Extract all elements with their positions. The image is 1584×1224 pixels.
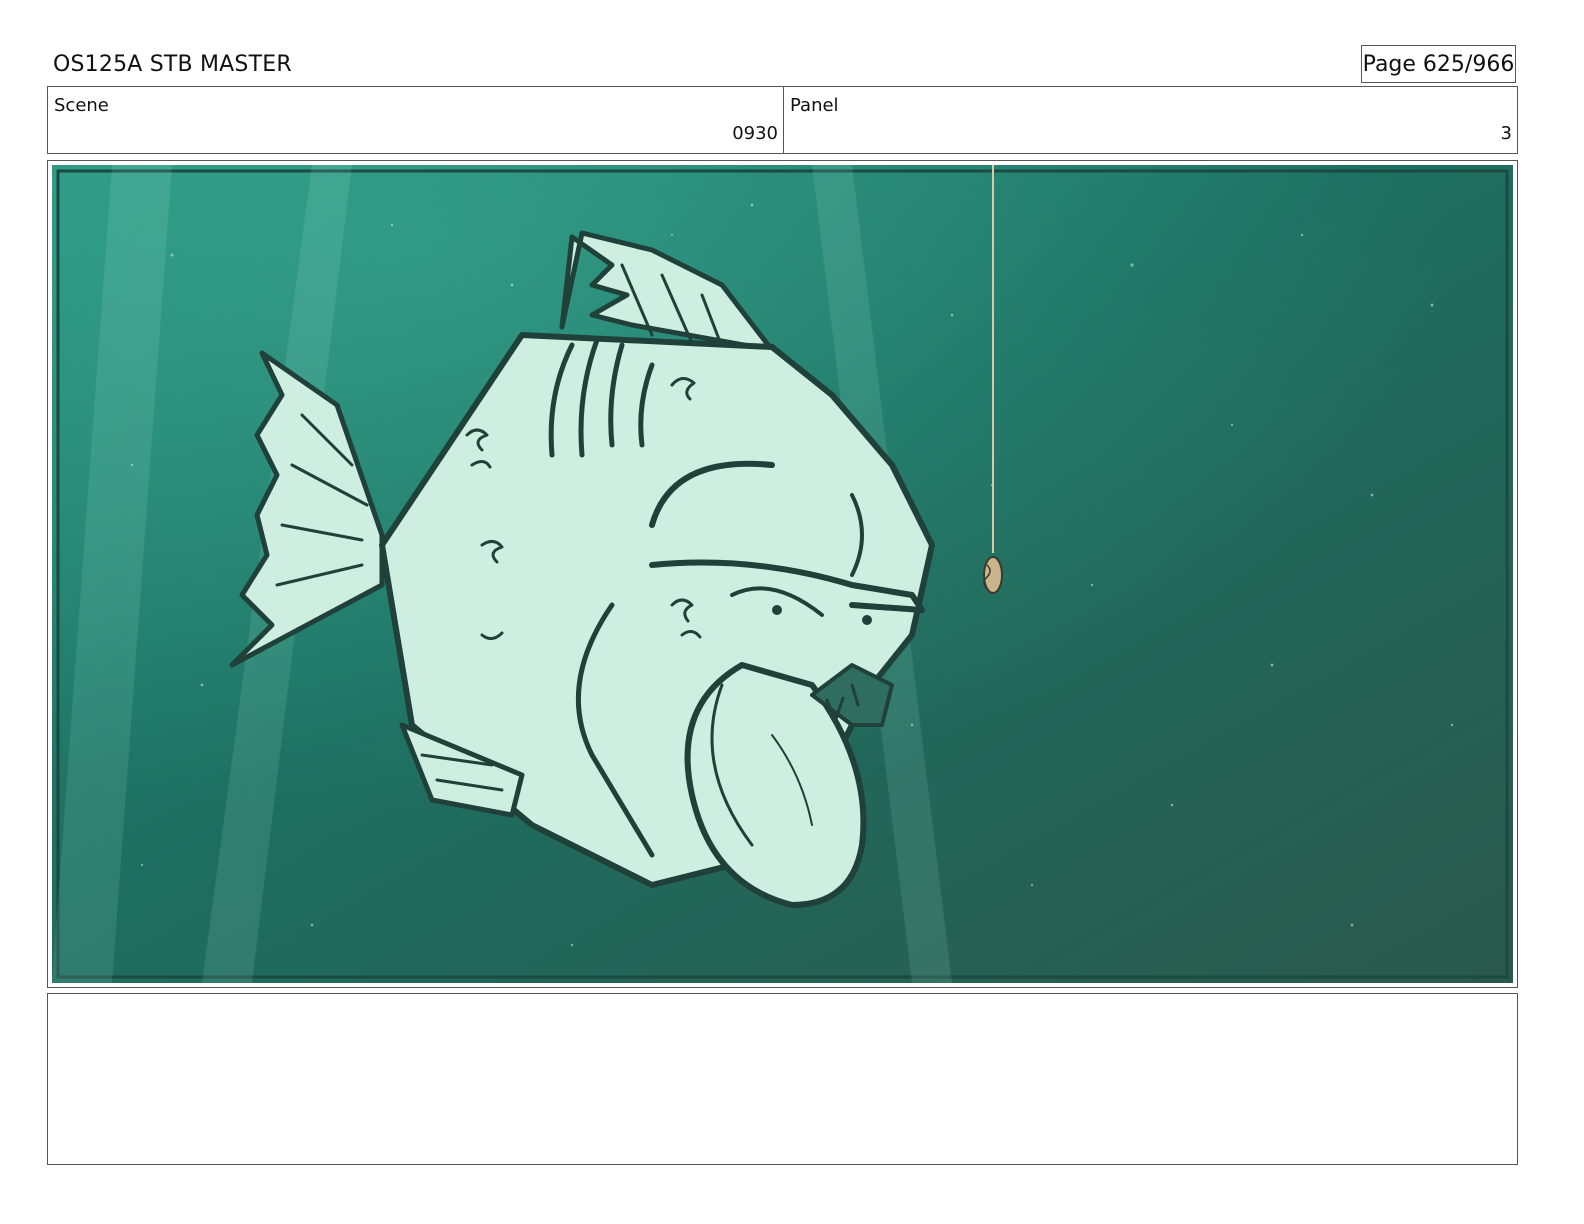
scene-label: Scene — [54, 95, 109, 116]
page-number: Page 625/966 — [1362, 51, 1515, 77]
scene-value: 0930 — [732, 123, 778, 144]
scene-cell: Scene 0930 — [48, 87, 784, 153]
storyboard-artwork — [52, 165, 1513, 983]
notes-box — [47, 993, 1518, 1165]
panel-cell: Panel 3 — [784, 87, 1517, 153]
bait-worm — [983, 556, 1003, 594]
storyboard-frame — [47, 160, 1518, 988]
fish-drawing — [52, 165, 1513, 983]
document-title: OS125A STB MASTER — [53, 52, 292, 77]
info-row: Scene 0930 Panel 3 — [47, 86, 1518, 154]
page-number-box: Page 625/966 — [1361, 45, 1516, 83]
panel-label: Panel — [790, 95, 839, 116]
panel-value: 3 — [1500, 123, 1512, 144]
